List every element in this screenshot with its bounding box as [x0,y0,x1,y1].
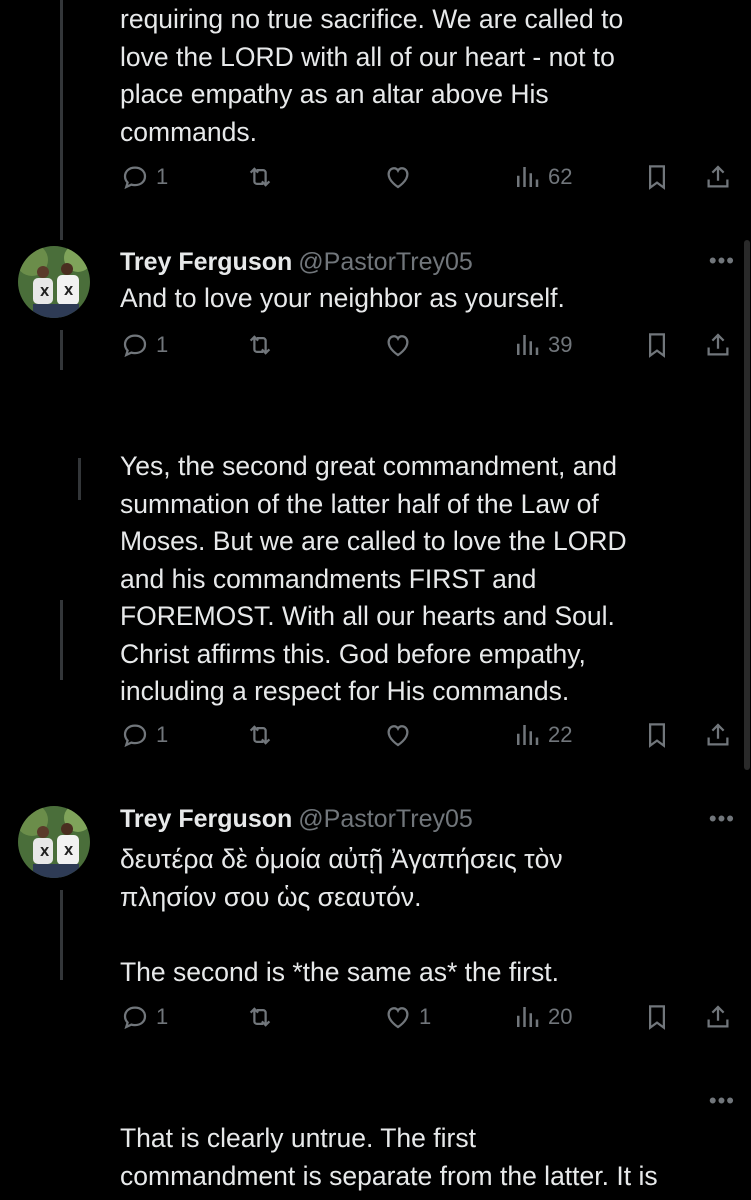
repost-icon [249,1007,271,1027]
views-count: 20 [548,1004,573,1029]
more-icon[interactable]: ••• [709,248,735,274]
like-button[interactable]: 1 [383,1002,431,1032]
author-handle[interactable]: @PastorTrey05 [298,248,473,276]
svg-text:X: X [40,845,50,859]
like-icon [387,1007,409,1029]
post-actions: 1 1 20 [0,1002,751,1042]
reply-button[interactable]: 1 [120,720,168,750]
like-icon [387,167,409,189]
like-button[interactable] [383,162,419,192]
share-button[interactable] [703,330,733,360]
post-text: And to love your neighbor as yourself. [120,283,565,313]
scrollbar[interactable] [744,240,750,770]
views-icon [517,167,539,187]
reply-icon [123,1006,147,1030]
post-header: Trey Ferguson @PastorTrey05 [120,248,473,277]
share-icon [707,165,729,188]
repost-button[interactable] [245,162,281,192]
share-icon [707,1005,729,1028]
repost-icon [249,167,271,187]
bookmark-icon [649,165,665,190]
reply-button[interactable]: 1 [120,162,168,192]
repost-icon [249,335,271,355]
repost-icon [249,725,271,745]
bookmark-icon [649,1005,665,1030]
bookmark-icon [649,723,665,748]
bookmark-button[interactable] [642,162,672,192]
repost-button[interactable] [245,1002,281,1032]
author-name[interactable]: Trey Ferguson [120,805,292,833]
repost-button[interactable] [245,720,281,750]
views-icon [517,1007,539,1027]
bookmark-icon [649,333,665,358]
views-icon [517,335,539,355]
author-handle[interactable]: @PastorTrey05 [298,805,473,833]
share-icon [707,723,729,746]
avatar-photo: X X [18,246,90,318]
avatar-photo: X X [18,806,90,878]
reply-icon [123,166,147,190]
reply-count: 1 [156,1004,169,1029]
reply-button[interactable]: 1 [120,1002,168,1032]
thread-line [60,890,63,980]
thread-line [78,458,81,500]
thread-line [60,0,63,240]
reply-count: 1 [156,164,169,189]
avatar[interactable]: X X [18,806,90,878]
share-icon [707,333,729,356]
views-button[interactable]: 39 [512,330,572,360]
more-icon[interactable]: ••• [709,1088,735,1114]
bookmark-button[interactable] [642,720,672,750]
svg-text:X: X [64,284,74,298]
reply-icon [123,334,147,358]
like-icon [387,335,409,357]
like-icon [387,725,409,747]
bookmark-button[interactable] [642,330,672,360]
author-name[interactable]: Trey Ferguson [120,248,292,276]
like-button[interactable] [383,720,419,750]
like-count: 1 [419,1004,432,1029]
reply-count: 1 [156,332,169,357]
views-button[interactable]: 62 [512,162,572,192]
share-button[interactable] [703,720,733,750]
post-text: δευτέρα δὲ ὁμοία αὐτῇ Ἀγαπήσεις τὸν πλησ… [120,844,563,987]
share-button[interactable] [703,162,733,192]
post-text: That is clearly untrue. The first comman… [120,1123,658,1191]
reply-button[interactable]: 1 [120,330,168,360]
avatar[interactable]: X X [18,246,90,318]
post-actions: 1 39 [0,330,751,370]
svg-text:X: X [64,844,74,858]
more-icon[interactable]: ••• [709,806,735,832]
views-button[interactable]: 22 [512,720,572,750]
bookmark-button[interactable] [642,1002,672,1032]
reply-icon [123,724,147,748]
thread-line [60,600,63,680]
views-count: 62 [548,164,573,189]
reply-count: 1 [156,722,169,747]
like-button[interactable] [383,330,419,360]
views-count: 22 [548,722,573,747]
svg-text:X: X [40,285,50,299]
repost-button[interactable] [245,330,281,360]
post-actions: 1 62 [0,162,751,202]
views-button[interactable]: 20 [512,1002,572,1032]
post-text: Yes, the second great commandment, and s… [120,451,627,706]
share-button[interactable] [703,1002,733,1032]
post-actions: 1 22 [0,720,751,760]
post-header: Trey Ferguson @PastorTrey05 [120,805,473,834]
views-count: 39 [548,332,573,357]
views-icon [517,725,539,745]
post-text: requiring no true sacrifice. We are call… [120,4,624,147]
